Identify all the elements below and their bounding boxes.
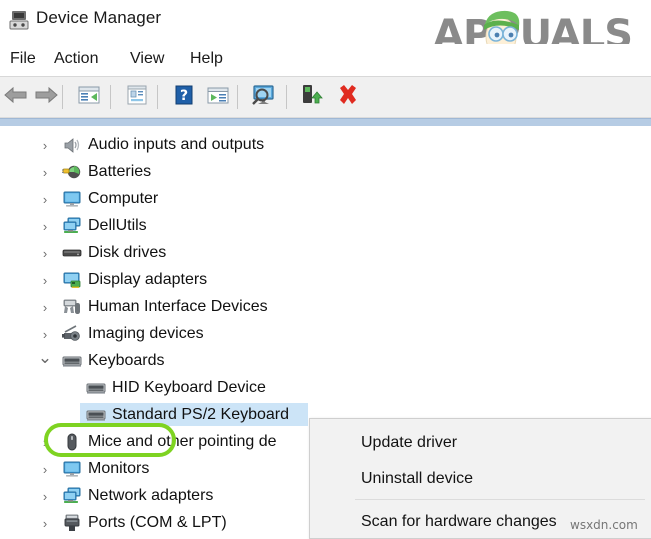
tree-item-human-interface-devices[interactable]: › Human Interface Devices [0, 294, 651, 320]
context-menu-item-update-driver[interactable]: Update driver [310, 428, 651, 458]
chevron-right-icon[interactable]: › [38, 435, 52, 449]
toolbar-separator [237, 85, 238, 109]
console-tree-icon [77, 84, 101, 111]
disk-drive-icon [62, 243, 82, 263]
show-hide-console-tree-button[interactable] [75, 83, 103, 111]
monitor-icon [62, 459, 82, 479]
tree-item-keyboards[interactable]: ⌄ Keyboards [0, 348, 651, 374]
help-button[interactable]: ? [170, 83, 198, 111]
chevron-right-icon[interactable]: › [38, 246, 52, 260]
chevron-right-icon[interactable]: › [38, 219, 52, 233]
speaker-icon [62, 135, 82, 155]
tree-item-dellutils[interactable]: › DellUtils [0, 213, 651, 239]
tree-item-label: Imaging devices [88, 325, 204, 342]
chevron-right-icon[interactable]: › [38, 327, 52, 341]
tree-item-label: Disk drives [88, 244, 167, 261]
tree-item-disk-drives[interactable]: › Disk drives [0, 240, 651, 266]
tree-item-label: Monitors [88, 460, 150, 477]
context-menu-label: Scan for hardware changes [361, 513, 557, 530]
tree-item-label: HID Keyboard Device [112, 379, 266, 396]
menu-view[interactable]: View [128, 50, 166, 68]
chevron-down-icon[interactable]: ⌄ [38, 349, 52, 366]
chevron-right-icon[interactable]: › [38, 165, 52, 179]
toolbar: ? [0, 77, 651, 118]
display-adapter-icon [62, 270, 82, 290]
tree-item-label: Mice and other pointing de [88, 433, 277, 450]
menu-bar: File Action View Help [0, 44, 651, 77]
chevron-right-icon[interactable]: › [38, 462, 52, 476]
device-manager-icon [8, 9, 30, 31]
chevron-right-icon[interactable]: › [38, 489, 52, 503]
toolbar-separator [157, 85, 158, 109]
svg-text:?: ? [180, 88, 188, 104]
uninstall-red-x-icon [336, 83, 360, 112]
back-button[interactable] [2, 83, 30, 111]
scan-hardware-button[interactable] [249, 83, 277, 111]
battery-icon [62, 162, 82, 182]
menu-file[interactable]: File [8, 50, 38, 68]
properties-button[interactable] [123, 83, 151, 111]
tree-item-batteries[interactable]: › Batteries [0, 159, 651, 185]
context-menu-label: Uninstall device [361, 470, 474, 487]
chevron-right-icon[interactable]: › [38, 273, 52, 287]
properties-icon [125, 84, 149, 111]
tree-item-label: Batteries [88, 163, 152, 180]
tree-item-computer[interactable]: › Computer [0, 186, 651, 212]
monitor-icon [62, 189, 82, 209]
arrow-right-icon [33, 84, 59, 111]
keyboard-icon [62, 351, 82, 371]
enable-device-button[interactable] [298, 83, 326, 111]
help-icon: ? [173, 84, 195, 111]
keyboard-icon [86, 405, 106, 425]
tree-item-imaging-devices[interactable]: › Imaging devices [0, 321, 651, 347]
toolbar-separator [286, 85, 287, 109]
tree-item-label: Keyboards [88, 352, 165, 369]
context-menu-item-uninstall-device[interactable]: Uninstall device [310, 464, 651, 494]
tree-item-label: Human Interface Devices [88, 298, 268, 315]
tree-item-hid-keyboard-device[interactable]: HID Keyboard Device [0, 375, 651, 401]
update-driver-icon [206, 84, 230, 111]
context-menu-separator [355, 499, 645, 500]
tree-item-label: DellUtils [88, 217, 147, 234]
network-cards-icon [62, 486, 82, 506]
tree-item-label: Network adapters [88, 487, 214, 504]
toolbar-separator [110, 85, 111, 109]
menu-action[interactable]: Action [52, 50, 100, 68]
network-cards-icon [62, 216, 82, 236]
tree-item-label: Computer [88, 190, 159, 207]
tree-item-display-adapters[interactable]: › Display adapters [0, 267, 651, 293]
keyboard-icon [86, 378, 106, 398]
tree-item-label: Display adapters [88, 271, 208, 288]
port-icon [62, 513, 82, 533]
chevron-right-icon[interactable]: › [38, 138, 52, 152]
tree-item-label: Ports (COM & LPT) [88, 514, 227, 531]
update-driver-button[interactable] [204, 83, 232, 111]
enable-device-icon [300, 83, 324, 112]
chevron-right-icon[interactable]: › [38, 300, 52, 314]
context-menu-label: Update driver [361, 434, 458, 451]
chevron-right-icon[interactable]: › [38, 192, 52, 206]
camera-icon [62, 324, 82, 344]
tree-item-audio-inputs-and-outputs[interactable]: › Audio inputs and outputs [0, 132, 651, 158]
tree-item-label: Audio inputs and outputs [88, 136, 265, 153]
arrow-left-icon [3, 84, 29, 111]
toolbar-separator [62, 85, 63, 109]
uninstall-device-button[interactable] [334, 83, 362, 111]
hid-icon [62, 297, 82, 317]
title-bar: Device Manager APPUALS [0, 0, 651, 59]
forward-button[interactable] [32, 83, 60, 111]
chevron-right-icon[interactable]: › [38, 516, 52, 530]
tree-item-label: Standard PS/2 Keyboard [112, 406, 290, 423]
menu-help[interactable]: Help [188, 50, 225, 68]
scan-hardware-icon [249, 83, 277, 112]
mouse-icon [62, 432, 82, 452]
window-title: Device Manager [36, 8, 162, 27]
watermark: wsxdn.com [570, 518, 638, 532]
